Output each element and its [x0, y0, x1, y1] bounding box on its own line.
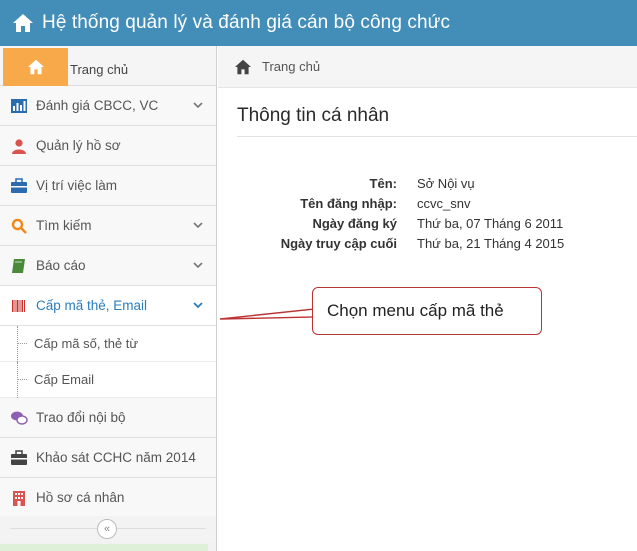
sidebar-item-vi-tri-viec-lam[interactable]: Vị trí việc làm — [0, 166, 216, 206]
info-value: Sở Nội vụ — [417, 175, 475, 191]
sidebar-item-quan-ly-ho-so[interactable]: Quản lý hồ sơ — [0, 126, 216, 166]
callout-box: Chọn menu cấp mã thẻ — [312, 287, 542, 335]
sidebar-subitem-label: Cấp Email — [34, 372, 94, 387]
info-label: Ngày truy cập cuối — [280, 235, 397, 251]
info-row: Tên đăng nhập: ccvc_snv — [230, 193, 564, 213]
info-value: ccvc_snv — [417, 195, 471, 211]
sidebar-home-label[interactable]: Trang chủ — [70, 62, 128, 77]
chevron-down-icon — [193, 102, 203, 109]
sidebar-item-khao-sat[interactable]: Khảo sát CCHC năm 2014 — [0, 438, 216, 478]
sidebar-header: Trang chủ — [0, 46, 216, 86]
callout-text: Chọn menu cấp mã thẻ — [327, 301, 504, 320]
info-value: Thứ ba, 07 Tháng 6 2011 — [417, 215, 564, 231]
info-label: Tên: — [369, 175, 397, 191]
bar-chart-icon — [10, 97, 28, 115]
search-icon — [10, 217, 28, 235]
info-row: Tên: Sở Nội vụ — [230, 173, 564, 193]
sidebar-subitem-cap-email[interactable]: Cấp Email — [0, 362, 216, 398]
info-value: Thứ ba, 21 Tháng 4 2015 — [417, 235, 565, 251]
home-icon[interactable] — [12, 13, 34, 33]
sidebar-item-trao-doi[interactable]: Trao đổi nội bộ — [0, 398, 216, 438]
info-row: Ngày đăng ký Thứ ba, 07 Tháng 6 2011 — [230, 213, 564, 233]
chevron-down-icon — [193, 222, 203, 229]
sidebar-footer-strip — [0, 544, 208, 551]
sidebar-item-cap-ma-the[interactable]: Cấp mã thẻ, Email — [0, 286, 216, 326]
page-title: Thông tin cá nhân — [237, 105, 390, 126]
sidebar-item-label: Trao đổi nội bộ — [36, 410, 126, 425]
sidebar-item-ho-so-ca-nhan[interactable]: Hồ sơ cá nhân — [0, 478, 216, 518]
sidebar-subitem-cap-ma-so[interactable]: Cấp mã số, thẻ từ — [0, 326, 216, 362]
barcode-icon — [10, 297, 28, 315]
sidebar-item-label: Tìm kiếm — [36, 218, 92, 233]
sidebar-item-label: Cấp mã thẻ, Email — [36, 298, 148, 313]
sidebar-home-button[interactable] — [3, 48, 68, 86]
sidebar: Trang chủ Đánh giá CBCC, VC Quản lý hồ s… — [0, 46, 217, 551]
sidebar-item-label: Hồ sơ cá nhân — [36, 490, 125, 505]
sidebar-collapse-bar: « — [0, 516, 216, 541]
top-bar: Hệ thống quản lý và đánh giá cán bộ công… — [0, 0, 637, 46]
info-label: Tên đăng nhập: — [300, 195, 397, 211]
breadcrumb: Trang chủ — [218, 46, 637, 88]
sidebar-item-label: Vị trí việc làm — [36, 178, 118, 193]
user-icon — [10, 137, 28, 155]
chevron-down-icon — [193, 302, 203, 309]
divider — [237, 136, 637, 137]
sidebar-item-label: Báo cáo — [36, 258, 86, 273]
book-icon — [10, 257, 28, 275]
home-icon — [235, 59, 251, 74]
sidebar-item-tim-kiem[interactable]: Tìm kiếm — [0, 206, 216, 246]
sidebar-item-label: Quản lý hồ sơ — [36, 138, 121, 153]
info-label: Ngày đăng ký — [312, 215, 397, 231]
sidebar-item-label: Đánh giá CBCC, VC — [36, 98, 159, 113]
briefcase-icon — [10, 177, 28, 195]
building-icon — [10, 489, 28, 507]
profile-info: Tên: Sở Nội vụ Tên đăng nhập: ccvc_snv N… — [230, 173, 565, 253]
breadcrumb-home-link[interactable]: Trang chủ — [262, 59, 320, 74]
chevron-down-icon — [193, 262, 203, 269]
sidebar-subitem-label: Cấp mã số, thẻ từ — [34, 336, 139, 351]
callout-pointer — [220, 308, 315, 320]
sidebar-item-label: Khảo sát CCHC năm 2014 — [36, 450, 196, 465]
sidebar-item-bao-cao[interactable]: Báo cáo — [0, 246, 216, 286]
chat-icon — [10, 409, 28, 427]
collapse-sidebar-button[interactable]: « — [97, 519, 117, 539]
home-icon — [27, 59, 44, 75]
sidebar-item-danh-gia[interactable]: Đánh giá CBCC, VC — [0, 86, 216, 126]
info-row: Ngày truy cập cuối Thứ ba, 21 Tháng 4 20… — [230, 233, 565, 253]
briefcase-icon — [10, 449, 28, 467]
app-title: Hệ thống quản lý và đánh giá cán bộ công… — [42, 12, 451, 33]
